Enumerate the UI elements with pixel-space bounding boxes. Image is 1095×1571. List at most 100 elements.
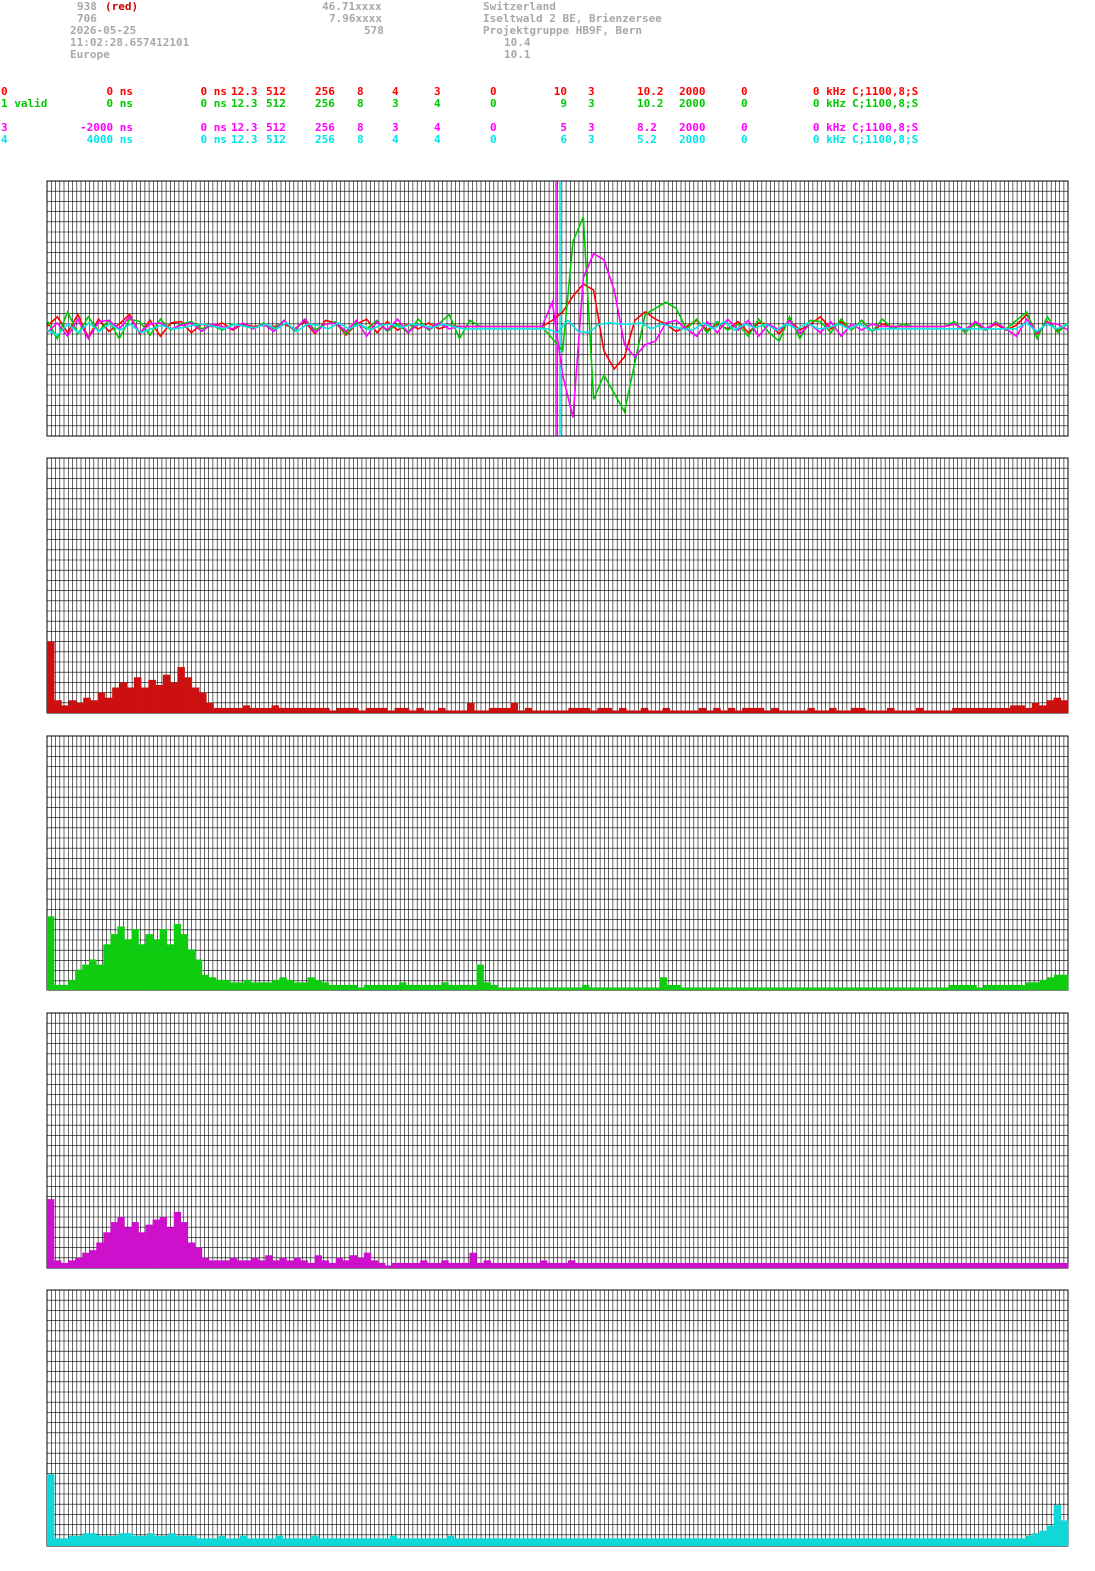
- spectrum-bar: [399, 1262, 407, 1268]
- spectrum-bar: [146, 1533, 155, 1546]
- spectrum-bar: [722, 1262, 731, 1268]
- spectrum-bar: [553, 710, 562, 713]
- spectrum-bar: [955, 1262, 963, 1268]
- spectrum-bar: [300, 982, 308, 990]
- spectrum-bar: [868, 1538, 876, 1546]
- spectrum-bar: [810, 1538, 819, 1546]
- spectrum-bar: [75, 1257, 83, 1268]
- spectrum-bar: [944, 710, 953, 713]
- spectrum-bar: [497, 1262, 505, 1268]
- spectrum-bar: [908, 710, 917, 713]
- spectrum-bar: [384, 984, 393, 990]
- spectrum-bar: [131, 1222, 139, 1268]
- spectrum-bar: [459, 710, 468, 713]
- spectrum-bar: [632, 1538, 640, 1546]
- spectrum-bar: [546, 1538, 555, 1546]
- spectrum-bar: [789, 1538, 797, 1546]
- spectrum-bar: [336, 707, 345, 713]
- spectrum-bar: [409, 710, 417, 713]
- spectrum-bar: [839, 1538, 847, 1546]
- spectrum-bar: [96, 964, 104, 990]
- spectrum-bar: [218, 1535, 226, 1546]
- spectrum-bar: [568, 1260, 576, 1268]
- spectrum-bar: [304, 1538, 312, 1546]
- spectrum-bar: [682, 1538, 690, 1546]
- spectrum-bar: [261, 1538, 269, 1546]
- spectrum-bar: [765, 1262, 773, 1268]
- spectrum-bar: [680, 987, 689, 990]
- spectrum-bar: [103, 944, 111, 990]
- spectrum-bar: [934, 987, 942, 990]
- spectrum-bar: [377, 1262, 386, 1268]
- spectrum-bar: [256, 707, 265, 713]
- spectrum-bar: [361, 1538, 369, 1546]
- spectrum-bar: [237, 982, 245, 990]
- spectrum-bar: [730, 987, 738, 990]
- spectrum-bar: [655, 710, 663, 713]
- grid-lines: [46, 457, 1068, 714]
- spectrum-bar: [166, 1227, 175, 1268]
- spectrum-bar: [539, 1260, 548, 1268]
- spectrum-bar: [768, 1538, 776, 1546]
- spectrum-bar: [765, 987, 773, 990]
- spectrum-bar: [1060, 974, 1069, 990]
- spectrum-bar: [720, 710, 728, 713]
- spectrum-bar: [906, 987, 914, 990]
- spectrum-bar: [138, 944, 146, 990]
- spectrum-bar: [1004, 984, 1012, 990]
- spectrum-bar: [1046, 700, 1054, 713]
- spectrum-bar: [468, 1538, 476, 1546]
- spectrum-bar: [481, 710, 490, 713]
- spectrum-bar: [387, 710, 395, 713]
- spectrum-bar: [275, 1535, 283, 1546]
- spectrum-bar: [829, 707, 837, 713]
- spectrum-bar: [725, 1538, 733, 1546]
- spectrum-bar: [441, 1260, 449, 1268]
- spectrum-bar: [639, 1538, 648, 1546]
- spectrum-bar: [97, 692, 106, 713]
- spectrum-bar: [82, 1252, 90, 1268]
- spectrum-bar: [785, 710, 794, 713]
- spectrum-bar: [235, 707, 243, 713]
- spectrum-bar: [828, 1262, 836, 1268]
- spectrum-bar: [779, 1262, 787, 1268]
- spectrum-bar: [272, 1260, 280, 1268]
- spectrum-bar: [990, 1262, 998, 1268]
- spectrum-bar: [110, 1222, 118, 1268]
- spectrum-bar: [321, 1260, 329, 1268]
- spectrum-bar: [278, 707, 287, 713]
- spectrum-bar: [335, 1257, 344, 1268]
- spectrum-bar: [368, 1538, 376, 1546]
- spectrum-bar: [968, 1538, 976, 1546]
- spectrum-bar: [568, 987, 576, 990]
- spectrum-bar: [425, 1538, 433, 1546]
- spectrum-bar: [800, 1262, 808, 1268]
- spectrum-bar: [354, 1538, 362, 1546]
- spectrum-bar: [406, 984, 414, 990]
- spectrum-bar: [603, 987, 611, 990]
- spectrum-bar: [423, 710, 432, 713]
- spectrum-bar: [68, 1260, 76, 1268]
- spectrum-bar: [251, 982, 259, 990]
- spectrum-bar: [1003, 1538, 1012, 1546]
- spectrum-bar: [793, 1262, 801, 1268]
- spectrum-bar: [930, 710, 938, 713]
- spectrum-bar: [321, 982, 329, 990]
- spectrum-bar: [786, 1262, 794, 1268]
- spectrum-bar: [715, 987, 724, 990]
- spectrum-bar: [596, 987, 604, 990]
- spectrum-bar: [995, 707, 1004, 713]
- spectrum-bar: [673, 1262, 682, 1268]
- spectrum-bar: [89, 959, 97, 990]
- spectrum-bar: [223, 1260, 231, 1268]
- spectrum-bar: [561, 1262, 569, 1268]
- spectrum-bar: [899, 987, 907, 990]
- spectrum-bar: [846, 1538, 855, 1546]
- spectrum-bar: [561, 987, 569, 990]
- grid-lines: [46, 1289, 1068, 1546]
- spectrum-bar: [821, 1262, 829, 1268]
- spectrum-bar: [394, 707, 403, 713]
- spectrum-bar: [476, 964, 484, 990]
- spectrum-bar: [511, 987, 520, 990]
- spectrum-bar: [884, 987, 893, 990]
